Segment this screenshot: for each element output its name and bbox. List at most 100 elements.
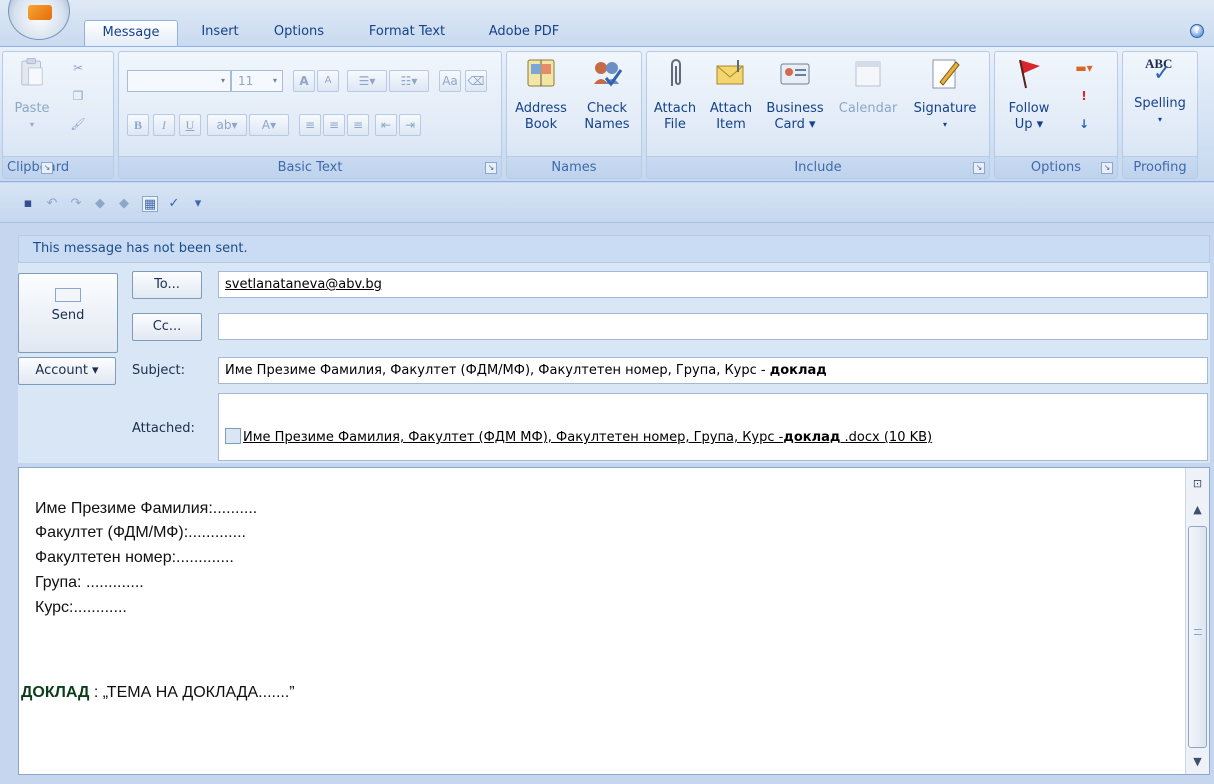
- highlight-icon[interactable]: ab▾: [207, 114, 247, 136]
- to-field[interactable]: svetlanataneva@abv.bg: [218, 271, 1208, 298]
- font-size-combo[interactable]: 11 ▾: [231, 70, 283, 92]
- business-card-label-1: Business: [766, 101, 824, 116]
- body-line-course: Курс:............: [35, 599, 127, 616]
- cut-icon[interactable]: ✂: [67, 58, 89, 80]
- undo-icon[interactable]: ↶: [44, 196, 60, 212]
- signature-icon: [932, 59, 960, 89]
- shrink-font-button[interactable]: A: [317, 70, 339, 92]
- body-line-faculty-number: Факултетен номер:.............: [35, 549, 234, 566]
- align-left-icon[interactable]: ≡: [299, 114, 321, 136]
- quick-access-toolbar: ▪ ↶ ↷ ◆ ◆ ▦ ✓ ▾: [0, 183, 1214, 223]
- tab-format-text[interactable]: Format Text: [352, 20, 462, 46]
- tab-adobe-pdf[interactable]: Adobe PDF: [474, 20, 574, 46]
- paste-dropdown-icon: ▾: [29, 120, 34, 129]
- attachment-field[interactable]: Име Презиме Фамилия, Факултет (ФДМ МФ), …: [218, 393, 1208, 461]
- to-button[interactable]: To...: [132, 271, 202, 299]
- low-importance-icon[interactable]: ↓: [1073, 114, 1095, 136]
- format-painter-icon[interactable]: 🖌: [67, 114, 89, 136]
- copy-icon[interactable]: ❐: [67, 86, 89, 108]
- calendar-icon: [855, 61, 881, 87]
- font-size-value: 11: [238, 74, 254, 88]
- align-right-icon[interactable]: ≡: [347, 114, 369, 136]
- message-header: Send To... Cc... Account ▾ Subject: Atta…: [18, 263, 1210, 463]
- business-card-label-2: Card ▾: [774, 117, 816, 132]
- font-name-combo[interactable]: ▾: [127, 70, 231, 92]
- permission-icon[interactable]: ▬▾: [1073, 58, 1095, 80]
- previous-item-icon[interactable]: ◆: [92, 196, 108, 212]
- spelling-button[interactable]: ABC ✓ Spelling ▾: [1127, 56, 1193, 128]
- bold-button[interactable]: B: [127, 114, 149, 136]
- spelling-icon: ABC ✓: [1143, 56, 1177, 90]
- high-importance-icon[interactable]: !: [1073, 86, 1095, 108]
- send-button[interactable]: Send: [18, 273, 118, 353]
- group-clipboard: Paste ▾ ✂ ❐ 🖌 Clipboard ↘: [2, 51, 114, 179]
- business-card-button[interactable]: Business Card ▾: [763, 56, 827, 133]
- check-names-icon: [594, 62, 623, 87]
- spelling-qat-icon[interactable]: ✓: [166, 196, 182, 212]
- font-color-icon[interactable]: A▾: [249, 114, 289, 136]
- cc-field[interactable]: [218, 313, 1208, 340]
- save-icon[interactable]: ▪: [20, 196, 36, 212]
- attach-item-label-1: Attach: [709, 101, 753, 116]
- underline-button[interactable]: U: [179, 114, 201, 136]
- align-center-icon[interactable]: ≡: [323, 114, 345, 136]
- subject-text: Име Презиме Фамилия, Факултет (ФДМ/МФ), …: [225, 363, 770, 378]
- scrollbar-thumb[interactable]: [1188, 526, 1207, 748]
- info-bar: This message has not been sent.: [18, 235, 1210, 263]
- options-group-label: Options: [995, 156, 1117, 178]
- scroll-down-icon[interactable]: ▼: [1188, 752, 1207, 772]
- vertical-scrollbar[interactable]: ⊡ ▲ ▼: [1185, 468, 1209, 774]
- italic-button[interactable]: I: [153, 114, 175, 136]
- include-launcher-icon[interactable]: ↘: [973, 162, 985, 174]
- subject-field[interactable]: Име Презиме Фамилия, Факултет (ФДМ/МФ), …: [218, 357, 1208, 384]
- attach-item-button[interactable]: Attach Item: [705, 56, 757, 133]
- tab-insert[interactable]: Insert: [188, 20, 252, 46]
- clipboard-launcher-icon[interactable]: ↘: [41, 162, 53, 174]
- tab-message[interactable]: Message: [84, 20, 178, 46]
- follow-up-button[interactable]: Follow Up ▾: [999, 56, 1059, 133]
- clear-formatting-icon[interactable]: Aa: [439, 70, 461, 92]
- check-mark-icon: ✓: [1153, 61, 1172, 86]
- account-button[interactable]: Account ▾: [18, 357, 116, 385]
- customize-qat-icon[interactable]: ▾: [190, 196, 206, 212]
- envelope-clip-icon: [716, 60, 744, 85]
- attach-file-button[interactable]: Attach File: [651, 56, 699, 133]
- check-names-label-2: Names: [584, 117, 630, 132]
- eraser-icon[interactable]: ⌫: [465, 70, 487, 92]
- message-body[interactable]: Име Презиме Фамилия:.......... Факултет …: [18, 467, 1210, 775]
- ribbon-tab-bar: Message Insert Options Format Text Adobe…: [0, 0, 1214, 46]
- address-book-button[interactable]: Address Book: [511, 56, 571, 133]
- signature-dropdown-icon: ▾: [942, 120, 947, 129]
- address-book-label-1: Address: [515, 101, 567, 116]
- numbering-icon[interactable]: ☷▾: [389, 70, 429, 92]
- include-group-label: Include: [647, 156, 989, 178]
- office-button[interactable]: [8, 0, 70, 40]
- flag-icon: [1019, 59, 1040, 89]
- group-options: Follow Up ▾ ▬▾ ! ↓ Options ↘: [994, 51, 1118, 179]
- scroll-up-icon[interactable]: ▲: [1188, 500, 1207, 520]
- attached-label: Attached:: [132, 421, 195, 436]
- cc-button[interactable]: Cc...: [132, 313, 202, 341]
- bullets-icon[interactable]: ☰▾: [347, 70, 387, 92]
- group-include: Attach File Attach Item Business Card ▾: [646, 51, 990, 179]
- office-logo-icon: [28, 5, 52, 20]
- attach-file-label-1: Attach: [653, 101, 697, 116]
- attachment-link[interactable]: Име Презиме Фамилия, Факултет (ФДМ МФ), …: [243, 430, 932, 445]
- options-launcher-icon[interactable]: ↘: [1101, 162, 1113, 174]
- decrease-indent-icon[interactable]: ⇤: [375, 114, 397, 136]
- ruler-toggle-icon[interactable]: ⊡: [1188, 474, 1207, 494]
- form-icon[interactable]: ▦: [142, 196, 158, 212]
- paste-button[interactable]: Paste ▾: [7, 56, 57, 133]
- attachment-bold: доклад: [783, 430, 841, 445]
- redo-icon[interactable]: ↷: [68, 196, 84, 212]
- check-names-label-1: Check: [587, 101, 627, 116]
- calendar-button[interactable]: Calendar: [833, 56, 903, 117]
- basic-text-launcher-icon[interactable]: ↘: [485, 162, 497, 174]
- check-names-button[interactable]: Check Names: [577, 56, 637, 133]
- help-icon[interactable]: ?: [1190, 24, 1204, 38]
- tab-options[interactable]: Options: [264, 20, 334, 46]
- increase-indent-icon[interactable]: ⇥: [399, 114, 421, 136]
- next-item-icon[interactable]: ◆: [116, 196, 132, 212]
- signature-button[interactable]: Signature ▾: [909, 56, 981, 133]
- grow-font-button[interactable]: A: [293, 70, 315, 92]
